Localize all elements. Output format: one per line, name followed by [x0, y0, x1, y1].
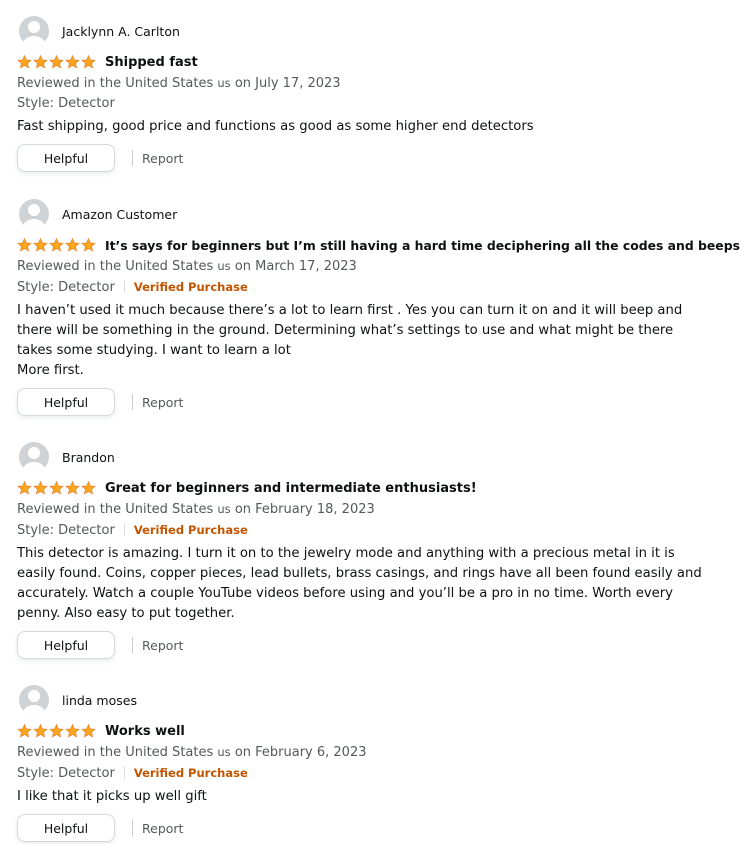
star-icon [65, 238, 80, 252]
star-icon [49, 238, 64, 252]
review-title[interactable]: Shipped fast [105, 55, 198, 70]
style-label[interactable]: Style: Detector [17, 523, 115, 538]
report-link[interactable]: Report [142, 638, 183, 653]
helpful-button[interactable]: Helpful [17, 144, 115, 172]
review-country: Reviewed in the United States [17, 502, 214, 517]
star-rating[interactable] [17, 481, 96, 495]
review-body: I haven’t used it much because there’s a… [17, 303, 683, 378]
review-date: Reviewed in the United States us on July… [17, 73, 737, 94]
star-icon [17, 724, 32, 738]
verified-purchase-badge: Verified Purchase [133, 766, 248, 780]
star-icon [33, 481, 48, 495]
style-label[interactable]: Style: Detector [17, 280, 115, 295]
review-date-text: on March 17, 2023 [234, 259, 357, 274]
star-icon [65, 724, 80, 738]
divider [123, 280, 125, 293]
star-icon [81, 238, 96, 252]
avatar-icon [19, 16, 49, 46]
review-title[interactable]: It’s says for beginners but I’m still ha… [105, 238, 740, 253]
review-country: Reviewed in the United States [17, 76, 214, 91]
divider [132, 637, 133, 653]
star-rating[interactable] [17, 724, 96, 738]
reviewer-profile[interactable]: linda moses [17, 684, 737, 716]
review-style-row: Style: Detector Verified Purchase [17, 520, 737, 541]
review-body: This detector is amazing. I turn it on t… [17, 546, 702, 621]
star-rating[interactable] [17, 238, 96, 252]
verified-purchase-badge: Verified Purchase [133, 280, 248, 294]
star-icon [65, 55, 80, 69]
reviewer-name[interactable]: Jacklynn A. Carlton [62, 24, 180, 39]
avatar-icon [19, 685, 49, 715]
star-icon [49, 724, 64, 738]
reviewer-profile[interactable]: Jacklynn A. Carlton [17, 15, 737, 47]
star-icon [65, 481, 80, 495]
review-date: Reviewed in the United States us on Marc… [17, 256, 737, 277]
review-country: Reviewed in the United States [17, 745, 214, 760]
helpful-button[interactable]: Helpful [17, 388, 115, 416]
divider [123, 766, 125, 779]
star-icon [81, 481, 96, 495]
helpful-button[interactable]: Helpful [17, 814, 115, 842]
reviewer-profile[interactable]: Brandon [17, 441, 737, 473]
star-icon [49, 481, 64, 495]
reviewer-name[interactable]: Amazon Customer [62, 207, 177, 222]
avatar-icon [19, 442, 49, 472]
reviewer-name[interactable]: Brandon [62, 450, 115, 465]
verified-purchase-badge: Verified Purchase [133, 523, 248, 537]
review-style-row: Style: Detector [17, 94, 737, 114]
divider [123, 523, 125, 536]
review-title[interactable]: Works well [105, 724, 185, 739]
divider [132, 150, 133, 166]
review-card: Jacklynn A. Carlton Shipped fast Reviewe… [17, 15, 737, 172]
style-label[interactable]: Style: Detector [17, 766, 115, 781]
divider [132, 820, 133, 836]
star-icon [49, 55, 64, 69]
review-date-text: on February 18, 2023 [234, 502, 375, 517]
reviewer-profile[interactable]: Amazon Customer [17, 198, 737, 230]
review-date-text: on July 17, 2023 [234, 76, 341, 91]
star-icon [17, 55, 32, 69]
star-icon [33, 55, 48, 69]
review-title[interactable]: Great for beginners and intermediate ent… [105, 481, 477, 496]
review-body: I like that it picks up well gift [17, 789, 207, 804]
star-rating[interactable] [17, 55, 96, 69]
review-style-row: Style: Detector Verified Purchase [17, 763, 737, 784]
review-body: Fast shipping, good price and functions … [17, 119, 534, 134]
review-card: linda moses Works well Reviewed in the U… [17, 684, 737, 842]
reviewer-name[interactable]: linda moses [62, 693, 137, 708]
review-date-text: on February 6, 2023 [234, 745, 367, 760]
report-link[interactable]: Report [142, 151, 183, 166]
country-code: us [217, 259, 231, 273]
report-link[interactable]: Report [142, 395, 183, 410]
country-code: us [217, 76, 231, 90]
star-icon [33, 238, 48, 252]
review-country: Reviewed in the United States [17, 259, 214, 274]
review-date: Reviewed in the United States us on Febr… [17, 499, 737, 520]
star-icon [17, 238, 32, 252]
country-code: us [217, 745, 231, 759]
country-code: us [217, 502, 231, 516]
star-icon [33, 724, 48, 738]
review-date: Reviewed in the United States us on Febr… [17, 742, 737, 763]
star-icon [81, 724, 96, 738]
divider [132, 394, 133, 410]
star-icon [17, 481, 32, 495]
review-style-row: Style: Detector Verified Purchase [17, 277, 737, 298]
star-icon [81, 55, 96, 69]
avatar-icon [19, 199, 49, 229]
helpful-button[interactable]: Helpful [17, 631, 115, 659]
report-link[interactable]: Report [142, 821, 183, 836]
review-card: Amazon Customer It’s says for beginners … [17, 198, 740, 416]
review-card: Brandon Great for beginners and intermed… [17, 441, 737, 659]
style-label[interactable]: Style: Detector [17, 96, 115, 111]
